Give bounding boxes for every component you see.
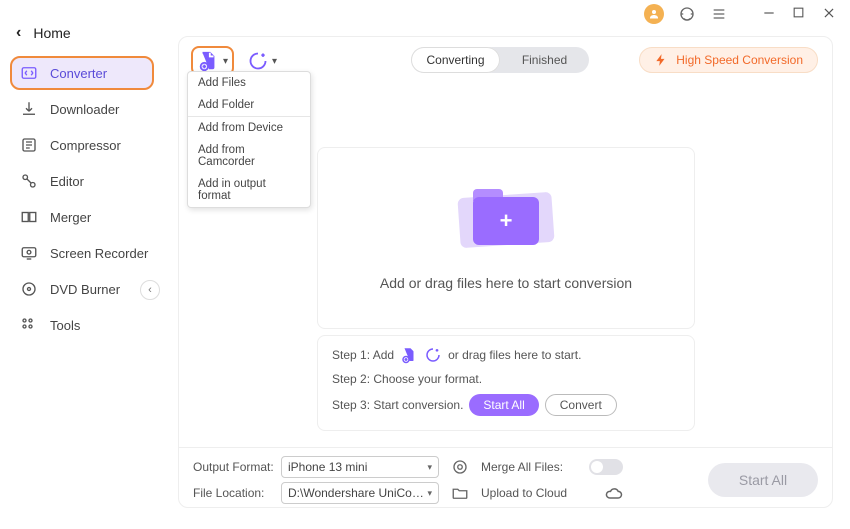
open-folder-icon[interactable]: [447, 484, 473, 502]
dd-add-from-device[interactable]: Add from Device: [188, 116, 310, 139]
chevron-down-icon: ▾: [272, 56, 277, 67]
sidebar-item-label: Screen Recorder: [50, 246, 148, 261]
convert-button[interactable]: Convert: [545, 394, 617, 416]
merge-toggle[interactable]: [589, 459, 623, 475]
step-2: Step 2: Choose your format.: [332, 372, 680, 386]
merge-label: Merge All Files:: [481, 460, 581, 474]
add-url-icon[interactable]: [424, 346, 442, 364]
editor-icon: [20, 172, 38, 190]
minimize-icon[interactable]: [762, 6, 778, 22]
downloader-icon: [20, 100, 38, 118]
compressor-icon: [20, 136, 38, 154]
sidebar-item-label: Converter: [50, 66, 107, 81]
dd-add-files[interactable]: Add Files: [188, 72, 310, 94]
high-speed-conversion-button[interactable]: High Speed Conversion: [639, 47, 818, 73]
lightning-icon: [654, 53, 668, 67]
menu-icon[interactable]: [710, 5, 728, 23]
sidebar-collapse-handle[interactable]: ‹: [140, 280, 160, 300]
sidebar-item-label: Merger: [50, 210, 91, 225]
support-icon[interactable]: [678, 5, 696, 23]
step-3: Step 3: Start conversion.: [332, 398, 463, 412]
merger-icon: [20, 208, 38, 226]
add-file-icon[interactable]: [400, 346, 418, 364]
upload-cloud-label: Upload to Cloud: [481, 486, 581, 500]
sidebar-item-dvd-burner[interactable]: DVD Burner: [10, 272, 160, 306]
tab-converting[interactable]: Converting: [411, 47, 500, 73]
file-location-select[interactable]: D:\Wondershare UniConverter 1 ▾: [281, 482, 439, 504]
back-icon: ‹: [16, 24, 21, 42]
add-url-icon: [248, 51, 268, 71]
output-settings-icon[interactable]: [447, 458, 473, 476]
sidebar-item-label: Downloader: [50, 102, 119, 117]
output-format-select[interactable]: iPhone 13 mini ▾: [281, 456, 439, 478]
output-format-label: Output Format:: [193, 460, 273, 474]
sidebar-item-tools[interactable]: Tools: [10, 308, 160, 342]
add-dropdown: Add Files Add Folder Add from Device Add…: [187, 71, 311, 208]
close-icon[interactable]: [822, 6, 838, 22]
start-all-button[interactable]: Start All: [469, 394, 538, 416]
folder-icon: +: [451, 185, 561, 255]
home-label: Home: [33, 25, 70, 41]
cloud-icon[interactable]: [589, 485, 639, 501]
add-file-icon: [197, 50, 219, 72]
start-all-footer-button[interactable]: Start All: [708, 463, 818, 497]
sidebar-item-merger[interactable]: Merger: [10, 200, 160, 234]
user-icon: [648, 8, 660, 20]
sidebar-item-label: Editor: [50, 174, 84, 189]
status-tabs: Converting Finished: [411, 47, 589, 73]
chevron-down-icon: ▾: [223, 56, 228, 67]
maximize-icon[interactable]: [792, 6, 808, 22]
sidebar-item-label: Compressor: [50, 138, 121, 153]
hsc-label: High Speed Conversion: [676, 53, 803, 67]
dd-add-from-camcorder[interactable]: Add from Camcorder: [188, 139, 310, 173]
tools-icon: [20, 316, 38, 334]
sidebar-item-label: Tools: [50, 318, 80, 333]
drop-area[interactable]: + Add or drag files here to start conver…: [317, 147, 695, 329]
sidebar-item-downloader[interactable]: Downloader: [10, 92, 160, 126]
screen-recorder-icon: [20, 244, 38, 262]
dvd-icon: [20, 280, 38, 298]
steps-panel: Step 1: Add or drag files here to start.…: [317, 335, 695, 431]
sidebar-item-screen-recorder[interactable]: Screen Recorder: [10, 236, 160, 270]
converter-icon: [20, 64, 38, 82]
add-url-button[interactable]: ▾: [244, 49, 281, 73]
step-1: Step 1: Add or drag files here to start.: [332, 346, 680, 364]
file-location-label: File Location:: [193, 486, 273, 500]
drop-text: Add or drag files here to start conversi…: [380, 275, 632, 291]
output-format-value: iPhone 13 mini: [288, 460, 367, 474]
home-nav[interactable]: ‹ Home: [0, 18, 160, 56]
file-location-value: D:\Wondershare UniConverter 1: [288, 486, 427, 500]
sidebar-item-editor[interactable]: Editor: [10, 164, 160, 198]
chevron-down-icon: ▾: [427, 488, 432, 499]
step-3-row: Step 3: Start conversion. Start All Conv…: [332, 394, 680, 416]
tab-finished[interactable]: Finished: [500, 47, 589, 73]
step-1-post: or drag files here to start.: [448, 348, 581, 362]
sidebar-item-compressor[interactable]: Compressor: [10, 128, 160, 162]
avatar[interactable]: [644, 4, 664, 24]
dd-add-in-output-format[interactable]: Add in output format: [188, 173, 310, 207]
sidebar-item-label: DVD Burner: [50, 282, 120, 297]
chevron-down-icon: ▾: [427, 462, 432, 473]
step-1-pre: Step 1: Add: [332, 348, 394, 362]
dd-add-folder[interactable]: Add Folder: [188, 94, 310, 116]
sidebar-item-converter[interactable]: Converter: [10, 56, 154, 90]
